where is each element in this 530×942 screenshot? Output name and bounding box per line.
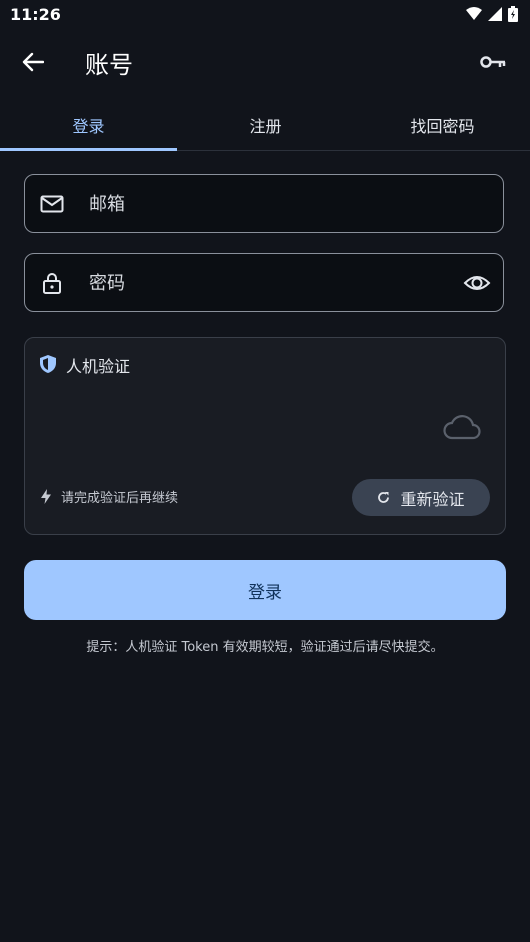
key-icon (480, 56, 506, 68)
page-title: 账号 (85, 51, 133, 79)
mail-icon (40, 195, 64, 213)
back-button[interactable] (18, 48, 48, 76)
cloud-icon (443, 415, 481, 440)
key-button[interactable] (478, 48, 508, 76)
lock-icon (43, 273, 61, 294)
email-field[interactable] (24, 174, 504, 234)
email-input[interactable] (87, 175, 451, 234)
status-bar: 11:26 (0, 0, 530, 30)
captcha-card: 人机验证 请完成验证后再继续 重新验证 (24, 337, 506, 535)
refresh-icon (378, 492, 390, 503)
login-button-label: 登录 (248, 582, 282, 603)
tab-login[interactable]: 登录 (0, 100, 177, 150)
password-field[interactable] (24, 253, 504, 313)
tab-bar: 登录 注册 找回密码 (0, 100, 530, 151)
shield-icon (40, 355, 56, 373)
status-icons (466, 6, 518, 22)
reverify-button[interactable]: 重新验证 (352, 479, 490, 516)
battery-icon (508, 6, 518, 22)
password-input[interactable] (87, 254, 451, 313)
captcha-title: 人机验证 (66, 357, 131, 376)
arrow-left-icon (22, 52, 44, 72)
status-time: 11:26 (10, 5, 61, 24)
footer-tip: 提示：人机验证 Token 有效期较短，验证通过后请尽快提交。 (86, 640, 444, 655)
tab-indicator (0, 148, 177, 151)
captcha-hint-text: 请完成验证后再继续 (61, 491, 179, 506)
reverify-label: 重新验证 (400, 489, 465, 509)
bolt-icon (41, 489, 51, 504)
signal-icon (488, 7, 502, 21)
tab-register[interactable]: 注册 (177, 100, 354, 150)
tab-recover-password[interactable]: 找回密码 (354, 100, 530, 150)
eye-icon[interactable] (463, 270, 491, 296)
captcha-hint: 请完成验证后再继续 (41, 487, 178, 506)
login-button[interactable]: 登录 (24, 560, 506, 620)
wifi-icon (466, 7, 482, 20)
app-bar: 账号 (0, 30, 530, 92)
